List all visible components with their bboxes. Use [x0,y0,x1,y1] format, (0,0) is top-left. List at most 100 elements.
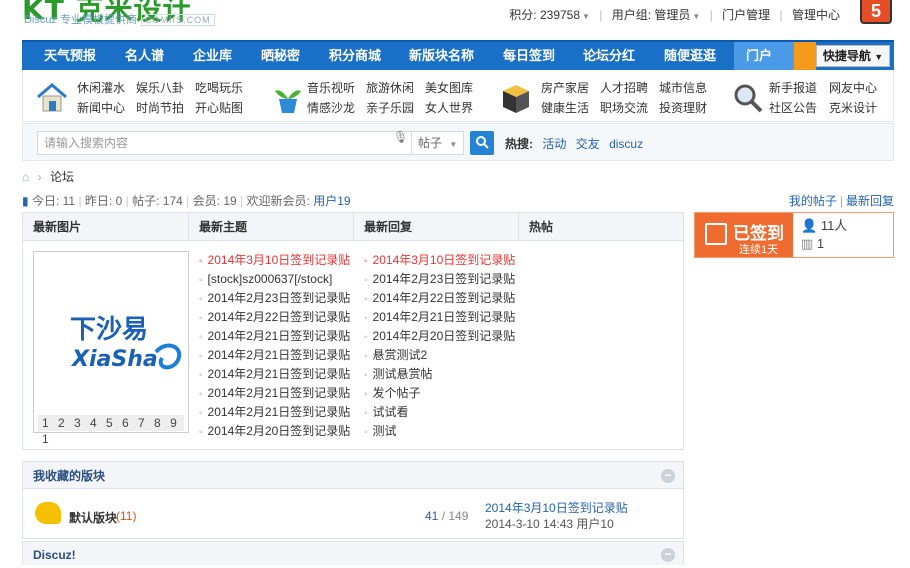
calendar-icon [705,223,727,245]
hot-search-link[interactable]: 活动 [542,137,566,151]
quick-link[interactable]: 房产家居 [541,79,589,96]
user-meta: 积分: 239758 ▼ | 用户组: 管理员 ▼ | 门户管理 | 管理中心 [509,6,840,23]
list-item[interactable]: 2014年2月21日签到记录贴 [199,384,351,403]
breadcrumb-current[interactable]: 论坛 [50,170,74,184]
nav-item-points-mall[interactable]: 积分商城 [329,42,381,70]
quick-link[interactable]: 新手报道 [769,79,817,96]
list-item[interactable]: [stock]sz000637[/stock] [199,270,350,289]
microphone-icon[interactable]: 🎙 [393,130,408,144]
tab-hot-threads[interactable]: 热帖 [519,213,683,241]
admin-center-link[interactable]: 管理中心 [792,8,840,22]
quick-link[interactable]: 休闲灌水 [77,79,125,96]
list-item[interactable]: 2014年3月10日签到记录贴 [199,251,351,270]
list-item[interactable]: 2014年2月22日签到记录贴 [364,289,516,308]
list-item[interactable]: 2014年2月21日签到记录贴 [364,308,516,327]
stats-members: 19 [223,194,237,208]
hot-search-link[interactable]: 交友 [576,137,600,151]
search-icon [476,136,489,149]
quick-link[interactable]: 情感沙龙 [307,99,355,116]
stats-members-label: 会员: [192,194,220,208]
list-item[interactable]: 2014年2月21日签到记录贴 [199,346,351,365]
list-item[interactable]: 2014年2月21日签到记录贴 [199,365,351,384]
list-item[interactable]: 发个帖子 [364,384,515,403]
quick-link[interactable]: 克米设计 [829,99,877,116]
quick-link[interactable]: 开心贴图 [195,99,243,116]
new-threads-list: 2014年3月10日签到记录贴 [stock]sz000637[/stock] … [199,251,351,441]
forum-stats: ▮ 今日: 11 | 昨日: 0 | 帖子: 174 | 会员: 19 | 欢迎… [22,192,351,209]
nav-item-companies[interactable]: 企业库 [193,42,232,70]
list-item[interactable]: 测试 [364,422,515,441]
sign-rank-row: ▥ 1 [801,235,847,253]
list-item[interactable]: 2014年2月23日签到记录贴 [364,270,516,289]
nav-item-random[interactable]: 随便逛逛 [664,42,716,70]
list-item[interactable]: 2014年2月21日签到记录贴 [199,403,351,422]
nav-item-new-board[interactable]: 新版块名称 [409,42,474,70]
rank-chart-icon: ▥ [801,236,814,251]
nav-item-daily-sign[interactable]: 每日签到 [503,42,555,70]
nav-item-secrets[interactable]: 晒秘密 [261,42,300,70]
list-item[interactable]: 2014年2月23日签到记录贴 [199,289,351,308]
quick-link[interactable]: 社区公告 [769,99,817,116]
last-post-link[interactable]: 2014年3月10日签到记录贴 [485,500,628,516]
list-item[interactable]: 2014年2月20日签到记录贴 [364,327,516,346]
search-input[interactable]: 请输入搜索内容 [37,131,412,155]
hot-search-link[interactable]: discuz [609,137,643,151]
box-icon [503,85,529,113]
nav-item-weather[interactable]: 天气预报 [44,42,96,70]
header: KT 克米设计 Discuz 专业模板提供商 COMIIS.COM 积分: 239… [0,0,910,40]
forum-name-link[interactable]: 默认版块 [69,509,117,526]
collapse-icon[interactable]: − [661,548,675,562]
quick-link[interactable]: 亲子乐园 [366,99,414,116]
stats-today-label: 今日: [31,194,60,208]
list-item[interactable]: 测试悬赏帖 [364,365,515,384]
favorites-title: 我收藏的版块 [33,469,106,483]
quick-link[interactable]: 健康生活 [541,99,589,116]
slideshow-image[interactable]: 下沙易 XiaSha [38,256,184,410]
list-item[interactable]: 2014年2月22日签到记录贴 [199,308,351,327]
home-icon[interactable]: ⌂ [22,170,29,184]
quick-link[interactable]: 女人世界 [425,99,473,116]
list-item[interactable]: 悬赏测试2 [364,346,515,365]
tab-new-images[interactable]: 最新图片 [23,213,189,241]
slideshow-pager[interactable]: 1 2 3 4 5 6 7 8 9 1 [38,415,184,446]
search-button[interactable] [470,131,494,155]
list-item[interactable]: 2014年2月20日签到记录贴 [199,422,351,441]
new-replies-link[interactable]: 最新回复 [846,194,894,208]
quick-link[interactable]: 吃喝玩乐 [195,79,243,96]
image-slideshow[interactable]: 下沙易 XiaSha 1 2 3 4 5 6 7 8 9 1 [33,251,189,446]
quick-link[interactable]: 新闻中心 [77,99,125,116]
box-tabs: 最新图片 最新主题 最新回复 热帖 [23,213,683,241]
quick-link[interactable]: 网友中心 [829,79,877,96]
nav-item-bonus[interactable]: 论坛分红 [583,42,635,70]
new-replies-list: 2014年3月10日签到记录贴 2014年2月23日签到记录贴 2014年2月2… [364,251,516,441]
tab-new-threads[interactable]: 最新主题 [189,213,354,241]
quick-link[interactable]: 旅游休闲 [366,79,414,96]
nav-item-celebrities[interactable]: 名人谱 [125,42,164,70]
fast-nav-label: 快捷导航 [822,49,871,63]
tab-new-replies[interactable]: 最新回复 [354,213,519,241]
list-item[interactable]: 2014年2月21日签到记录贴 [199,327,351,346]
quick-link[interactable]: 音乐视听 [307,79,355,96]
quick-link[interactable]: 职场交流 [600,99,648,116]
collapse-icon[interactable]: − [661,469,675,483]
list-item[interactable]: 试试看 [364,403,515,422]
list-item[interactable]: 2014年3月10日签到记录贴 [364,251,516,270]
my-posts-link[interactable]: 我的帖子 [789,194,837,208]
user-group-link[interactable]: 用户组: 管理员 ▼ [612,8,701,22]
quick-link[interactable]: 城市信息 [659,79,707,96]
newest-member-link[interactable]: 用户19 [313,194,350,208]
html5-badge-icon[interactable]: 5 [860,0,892,24]
quick-link[interactable]: 美女图库 [425,79,473,96]
quick-link[interactable]: 时尚节拍 [136,99,184,116]
quick-link[interactable]: 投资理财 [659,99,707,116]
fast-nav-button[interactable]: 快捷导航 ▼ [816,45,890,67]
sign-in-widget: 已签到 连续1天 👤 11人 ▥ 1 [694,212,894,258]
nav-item-portal[interactable]: 门户 [746,42,772,70]
quick-link[interactable]: 人才招聘 [600,79,648,96]
quick-link[interactable]: 娱乐八卦 [136,79,184,96]
sign-in-button[interactable]: 已签到 连续1天 [695,213,793,257]
search-scope-select[interactable]: 帖子 ▼ [412,131,464,155]
portal-admin-link[interactable]: 门户管理 [722,8,770,22]
points-link[interactable]: 积分: 239758 ▼ [509,8,590,22]
breadcrumb-separator: › [37,170,42,184]
